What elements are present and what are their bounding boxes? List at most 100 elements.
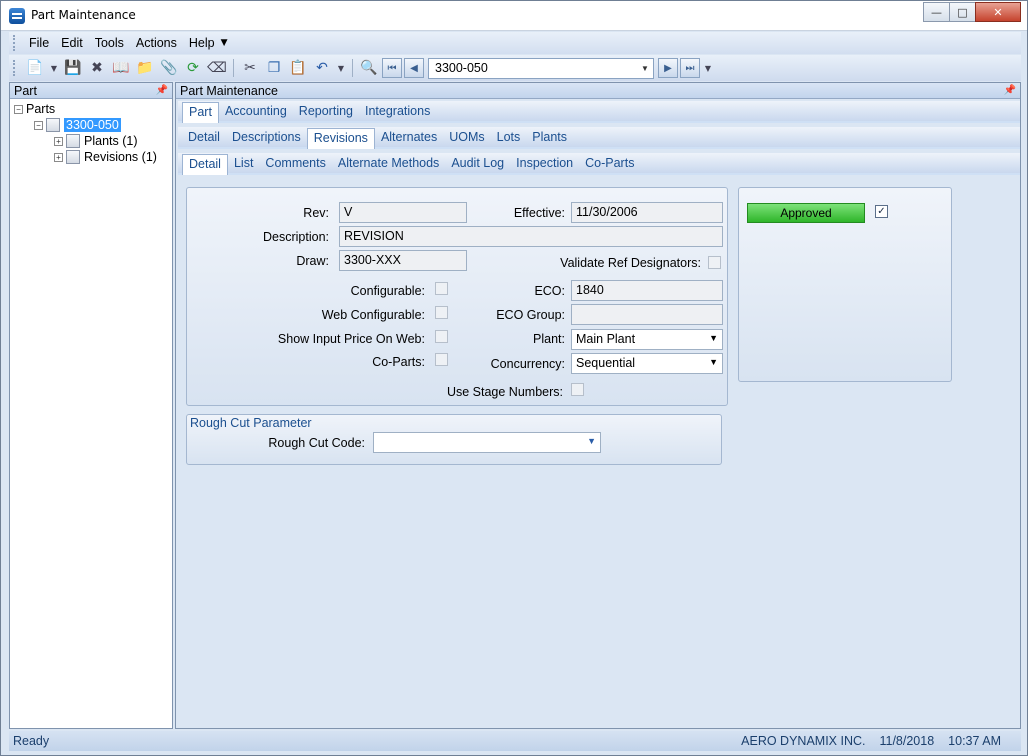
toolbar: 📄 ▼ 💾 ✖ 📖 📁 📎 ⟳ ⌫ ✂ ❐ 📋 ↶ ▼ 🔍 ⏮ ◀ 3300-0…: [9, 55, 1021, 81]
rev-field[interactable]: V: [339, 202, 467, 223]
tab-reporting[interactable]: Reporting: [293, 104, 359, 121]
book-icon[interactable]: 📖: [112, 59, 130, 77]
description-field[interactable]: REVISION: [339, 226, 723, 247]
approved-checkbox[interactable]: ✓: [875, 205, 888, 218]
tab-part[interactable]: Part: [182, 102, 219, 123]
eco-label: ECO:: [534, 284, 565, 298]
tab-integrations[interactable]: Integrations: [359, 104, 436, 121]
chevron-down-icon[interactable]: ▼: [587, 436, 596, 446]
menu-overflow-icon[interactable]: ▼: [221, 38, 228, 48]
use-stage-numbers-checkbox[interactable]: [571, 383, 584, 396]
tree-node-plants[interactable]: + Plants (1): [10, 133, 172, 149]
tab-audit-log[interactable]: Audit Log: [445, 156, 510, 173]
approved-status-button[interactable]: Approved: [747, 203, 865, 223]
menu-file[interactable]: File: [23, 36, 55, 50]
chevron-down-icon[interactable]: ▼: [637, 64, 653, 73]
tab-co-parts[interactable]: Co-Parts: [579, 156, 640, 173]
rough-cut-code-select[interactable]: ▼: [373, 432, 601, 453]
undo-dropdown-icon[interactable]: ▼: [337, 59, 345, 77]
expand-icon[interactable]: +: [54, 136, 63, 146]
tab-uoms[interactable]: UOMs: [443, 130, 490, 147]
new-icon[interactable]: 📄: [26, 59, 44, 77]
plant-icon: [66, 134, 80, 148]
first-record-button[interactable]: ⏮: [382, 58, 402, 78]
toolbar-grip[interactable]: [13, 60, 17, 76]
attachment-icon[interactable]: 📎: [160, 59, 178, 77]
web-configurable-checkbox[interactable]: [435, 306, 448, 319]
tab-accounting[interactable]: Accounting: [219, 104, 293, 121]
plant-select-value: Main Plant: [576, 332, 636, 346]
tree-node-label[interactable]: 3300-050: [64, 118, 121, 132]
cut-icon[interactable]: ✂: [241, 59, 259, 77]
tab-lots[interactable]: Lots: [491, 130, 527, 147]
toolbar-separator: [352, 59, 353, 77]
concurrency-select[interactable]: Sequential ▼: [571, 353, 723, 374]
tab-alternate-methods[interactable]: Alternate Methods: [332, 156, 445, 173]
tab-inspection[interactable]: Inspection: [510, 156, 579, 173]
tab-alternates[interactable]: Alternates: [375, 130, 443, 147]
eco-field[interactable]: 1840: [571, 280, 723, 301]
description-label: Description:: [263, 230, 329, 244]
tree-node-parts[interactable]: − Parts: [10, 101, 172, 117]
part-maintenance-header: Part Maintenance 📌: [176, 83, 1020, 99]
eraser-icon[interactable]: ⌫: [207, 59, 227, 77]
refresh-icon[interactable]: ⟳: [184, 59, 202, 77]
tabs-level3: Detail List Comments Alternate Methods A…: [178, 153, 1020, 175]
tab-descriptions[interactable]: Descriptions: [226, 130, 307, 147]
use-stage-numbers-label: Use Stage Numbers:: [446, 385, 563, 399]
copy-icon[interactable]: ❐: [265, 59, 283, 77]
show-input-price-checkbox[interactable]: [435, 330, 448, 343]
effective-date-field[interactable]: 11/30/2006: [571, 202, 723, 223]
maximize-button[interactable]: □: [949, 2, 976, 22]
expand-icon[interactable]: +: [54, 152, 63, 162]
minimize-button[interactable]: —: [923, 2, 950, 22]
menu-edit[interactable]: Edit: [55, 36, 89, 50]
next-record-button[interactable]: ▶: [658, 58, 678, 78]
menu-actions[interactable]: Actions: [130, 36, 183, 50]
status-bar: Ready AERO DYNAMIX INC. 11/8/2018 10:37 …: [9, 731, 1021, 751]
eco-group-field[interactable]: [571, 304, 723, 325]
co-parts-checkbox[interactable]: [435, 353, 448, 366]
toolbar-overflow-icon[interactable]: ▼: [704, 59, 712, 77]
undo-icon[interactable]: ↶: [313, 59, 331, 77]
configurable-checkbox[interactable]: [435, 282, 448, 295]
binoculars-icon[interactable]: 🔍: [360, 59, 378, 77]
collapse-icon[interactable]: −: [34, 120, 43, 130]
folder-icon[interactable]: 📁: [136, 59, 154, 77]
validate-ref-designators-checkbox[interactable]: [708, 256, 721, 269]
last-record-button[interactable]: ⏭: [680, 58, 700, 78]
pin-icon[interactable]: 📌: [1004, 85, 1016, 96]
tree-node-revisions[interactable]: + Revisions (1): [10, 149, 172, 165]
tree-node-label: Revisions (1): [84, 150, 157, 164]
draw-field[interactable]: 3300-XXX: [339, 250, 467, 271]
tab-detail[interactable]: Detail: [182, 130, 226, 147]
approval-group: Approved ✓: [738, 187, 952, 382]
chevron-down-icon[interactable]: ▼: [709, 333, 718, 343]
menu-help[interactable]: Help: [183, 36, 221, 50]
plant-select[interactable]: Main Plant ▼: [571, 329, 723, 350]
tab-list[interactable]: List: [228, 156, 259, 173]
tab-revisions[interactable]: Revisions: [306, 128, 375, 149]
record-selector[interactable]: 3300-050 ▼: [428, 57, 654, 79]
pin-icon[interactable]: 📌: [156, 85, 168, 96]
collapse-icon[interactable]: −: [14, 104, 23, 114]
validate-ref-designators-label: Validate Ref Designators:: [560, 256, 701, 270]
new-dropdown-icon[interactable]: ▼: [50, 59, 58, 77]
menu-grip[interactable]: [13, 35, 17, 51]
paste-icon[interactable]: 📋: [289, 59, 307, 77]
tab-revision-detail[interactable]: Detail: [182, 154, 228, 175]
delete-icon[interactable]: ✖: [88, 59, 106, 77]
tab-plants[interactable]: Plants: [526, 130, 573, 147]
part-tree-title: Part: [14, 83, 37, 98]
tree-node-part[interactable]: − 3300-050: [10, 117, 172, 133]
record-selector-value: 3300-050: [435, 61, 488, 75]
chevron-down-icon[interactable]: ▼: [709, 357, 718, 367]
revision-icon: [66, 150, 80, 164]
tab-comments[interactable]: Comments: [259, 156, 331, 173]
save-icon[interactable]: 💾: [64, 59, 82, 77]
configurable-label: Configurable:: [350, 284, 425, 298]
close-button[interactable]: ✕: [975, 2, 1021, 22]
menu-tools[interactable]: Tools: [89, 36, 130, 50]
previous-record-button[interactable]: ◀: [404, 58, 424, 78]
eco-group-label: ECO Group:: [496, 308, 565, 322]
